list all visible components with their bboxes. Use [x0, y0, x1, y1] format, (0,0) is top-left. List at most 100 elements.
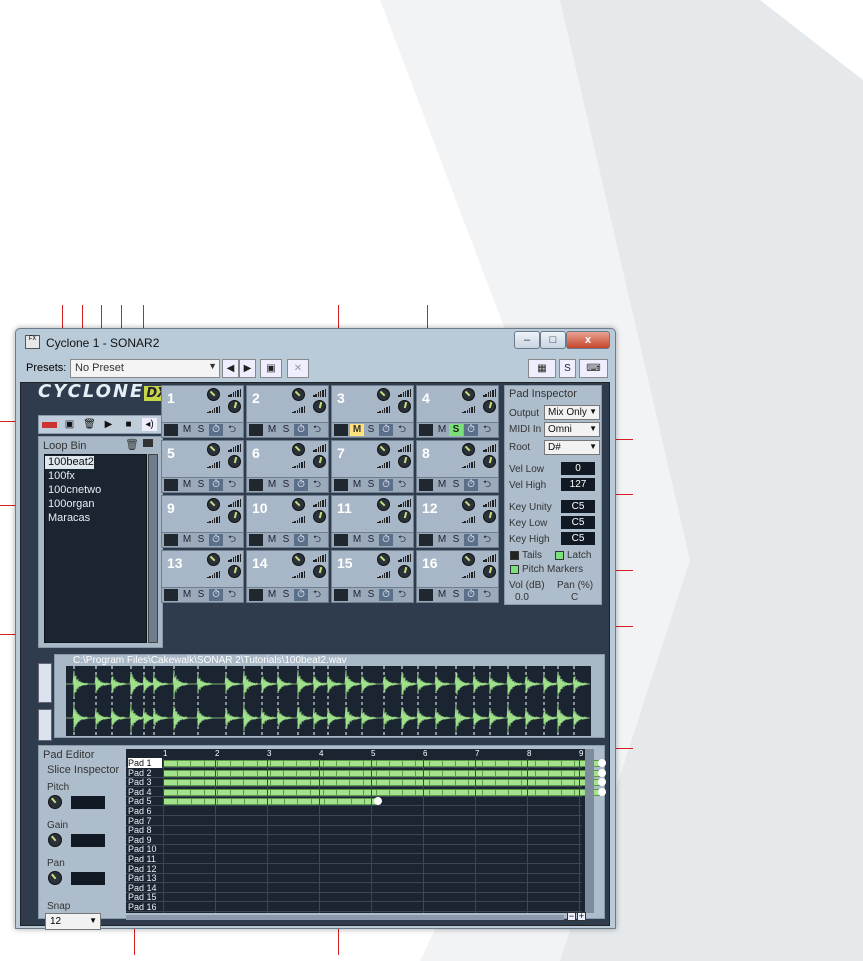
clock-icon[interactable]: ⏱: [294, 424, 308, 436]
play-icon[interactable]: ▶: [101, 418, 116, 431]
slice-bar[interactable]: [163, 779, 600, 787]
volume-knob[interactable]: [292, 443, 305, 456]
clock-icon[interactable]: ⏱: [209, 479, 223, 491]
grid-vertical-scrollbar[interactable]: [585, 749, 594, 913]
mute-button[interactable]: M: [180, 479, 194, 491]
piano-roll-view-button[interactable]: [38, 709, 52, 741]
preset-select[interactable]: No Preset ▼: [70, 359, 220, 378]
volume-knob[interactable]: [462, 553, 475, 566]
pad-4[interactable]: 4 M S ⏱ ⮌: [416, 385, 499, 438]
clock-icon[interactable]: ⏱: [294, 479, 308, 491]
folder-icon[interactable]: [164, 534, 178, 546]
folder-icon[interactable]: [249, 479, 263, 491]
folder-icon[interactable]: [419, 479, 433, 491]
loop-icon[interactable]: ⮌: [225, 589, 239, 601]
loop-icon[interactable]: ⮌: [310, 424, 324, 436]
mute-button[interactable]: M: [180, 534, 194, 546]
volume-knob[interactable]: [462, 388, 475, 401]
volume-knob[interactable]: [377, 553, 390, 566]
latch-checkbox[interactable]: [555, 551, 564, 560]
clock-icon[interactable]: ⏱: [464, 589, 478, 601]
snap-select[interactable]: 12 ▼: [45, 913, 101, 930]
table-row[interactable]: Pad 9: [126, 835, 582, 845]
list-item[interactable]: 100beat2: [45, 456, 94, 469]
gain-knob[interactable]: [48, 833, 62, 847]
pad-9[interactable]: 9 M S ⏱ ⮌: [161, 495, 244, 548]
mute-button[interactable]: M: [435, 479, 449, 491]
pitch-knob[interactable]: [48, 795, 62, 809]
loop-icon[interactable]: ⮌: [480, 534, 494, 546]
zoom-in-button[interactable]: +: [577, 912, 586, 921]
clock-icon[interactable]: ⏱: [464, 534, 478, 546]
pan-knob[interactable]: [313, 510, 326, 523]
grid-horizontal-scrollbar[interactable]: [126, 915, 564, 920]
pan-knob[interactable]: [483, 510, 496, 523]
folder-icon[interactable]: [334, 479, 348, 491]
loop-icon[interactable]: ⮌: [310, 534, 324, 546]
loop-icon[interactable]: ⮌: [395, 424, 409, 436]
mute-button[interactable]: M: [180, 589, 194, 601]
folder-icon[interactable]: [164, 479, 178, 491]
volume-knob[interactable]: [292, 498, 305, 511]
folder-icon[interactable]: [249, 589, 263, 601]
clock-icon[interactable]: ⏱: [209, 589, 223, 601]
loop-icon[interactable]: ⮌: [395, 534, 409, 546]
pad-1[interactable]: 1 M S ⏱ ⮌: [161, 385, 244, 438]
list-item[interactable]: 100cnetwo: [45, 484, 146, 497]
pad-3[interactable]: 3 M S ⏱ ⮌: [331, 385, 414, 438]
pan-knob[interactable]: [398, 400, 411, 413]
volume-knob[interactable]: [207, 443, 220, 456]
volume-knob[interactable]: [377, 443, 390, 456]
solo-button[interactable]: S: [279, 534, 293, 546]
midi-in-select[interactable]: Omni ▼: [544, 422, 600, 437]
gain-value[interactable]: [71, 834, 105, 847]
pan-knob[interactable]: [313, 400, 326, 413]
volume-knob[interactable]: [462, 443, 475, 456]
loop-icon[interactable]: ⮌: [395, 589, 409, 601]
pan-knob[interactable]: [228, 510, 241, 523]
solo-button[interactable]: S: [194, 589, 208, 601]
solo-button[interactable]: S: [449, 424, 463, 436]
slice-bar[interactable]: [163, 788, 600, 796]
zoom-out-button[interactable]: −: [567, 912, 576, 921]
pan-knob[interactable]: [483, 565, 496, 578]
midi-keyboard-dropdown[interactable]: ▦: [528, 359, 556, 378]
save-icon[interactable]: ▣: [62, 418, 77, 431]
table-row[interactable]: Pad 7: [126, 816, 582, 826]
pad-15[interactable]: 15 M S ⏱ ⮌: [331, 550, 414, 603]
pan-value[interactable]: [71, 872, 105, 885]
keyboard-button[interactable]: ⌨: [579, 359, 608, 378]
minimize-button[interactable]: –: [514, 331, 540, 349]
tails-checkbox[interactable]: [510, 551, 519, 560]
s-button[interactable]: S: [559, 359, 576, 378]
mute-button[interactable]: M: [435, 534, 449, 546]
table-row[interactable]: Pad 6: [126, 806, 582, 816]
clock-icon[interactable]: ⏱: [379, 589, 393, 601]
clock-icon[interactable]: ⏱: [294, 589, 308, 601]
pan-knob[interactable]: [313, 565, 326, 578]
pad-10[interactable]: 10 M S ⏱ ⮌: [246, 495, 329, 548]
solo-button[interactable]: S: [194, 479, 208, 491]
pan-knob[interactable]: [228, 455, 241, 468]
pitch-markers-checkbox[interactable]: [510, 565, 519, 574]
folder-icon[interactable]: [143, 439, 153, 447]
pan-knob[interactable]: [228, 565, 241, 578]
mute-button[interactable]: M: [350, 479, 364, 491]
folder-icon[interactable]: [164, 424, 178, 436]
loop-icon[interactable]: ⮌: [480, 479, 494, 491]
load-icon[interactable]: [42, 422, 57, 428]
clock-icon[interactable]: ⏱: [294, 534, 308, 546]
waveform-view-button[interactable]: [38, 663, 52, 703]
delete-preset-button[interactable]: ✕: [287, 359, 309, 378]
output-select[interactable]: Mix Only ▼: [544, 405, 600, 420]
pan-knob[interactable]: [398, 455, 411, 468]
pad-12[interactable]: 12 M S ⏱ ⮌: [416, 495, 499, 548]
trash-icon[interactable]: 🗑: [82, 418, 97, 431]
pad-11[interactable]: 11 M S ⏱ ⮌: [331, 495, 414, 548]
table-row[interactable]: Pad 5: [126, 796, 582, 807]
solo-button[interactable]: S: [364, 479, 378, 491]
mute-button[interactable]: M: [350, 589, 364, 601]
root-select[interactable]: D# ▼: [544, 440, 600, 455]
fx-icon[interactable]: FX: [25, 335, 40, 349]
waveform-display[interactable]: [66, 666, 591, 736]
